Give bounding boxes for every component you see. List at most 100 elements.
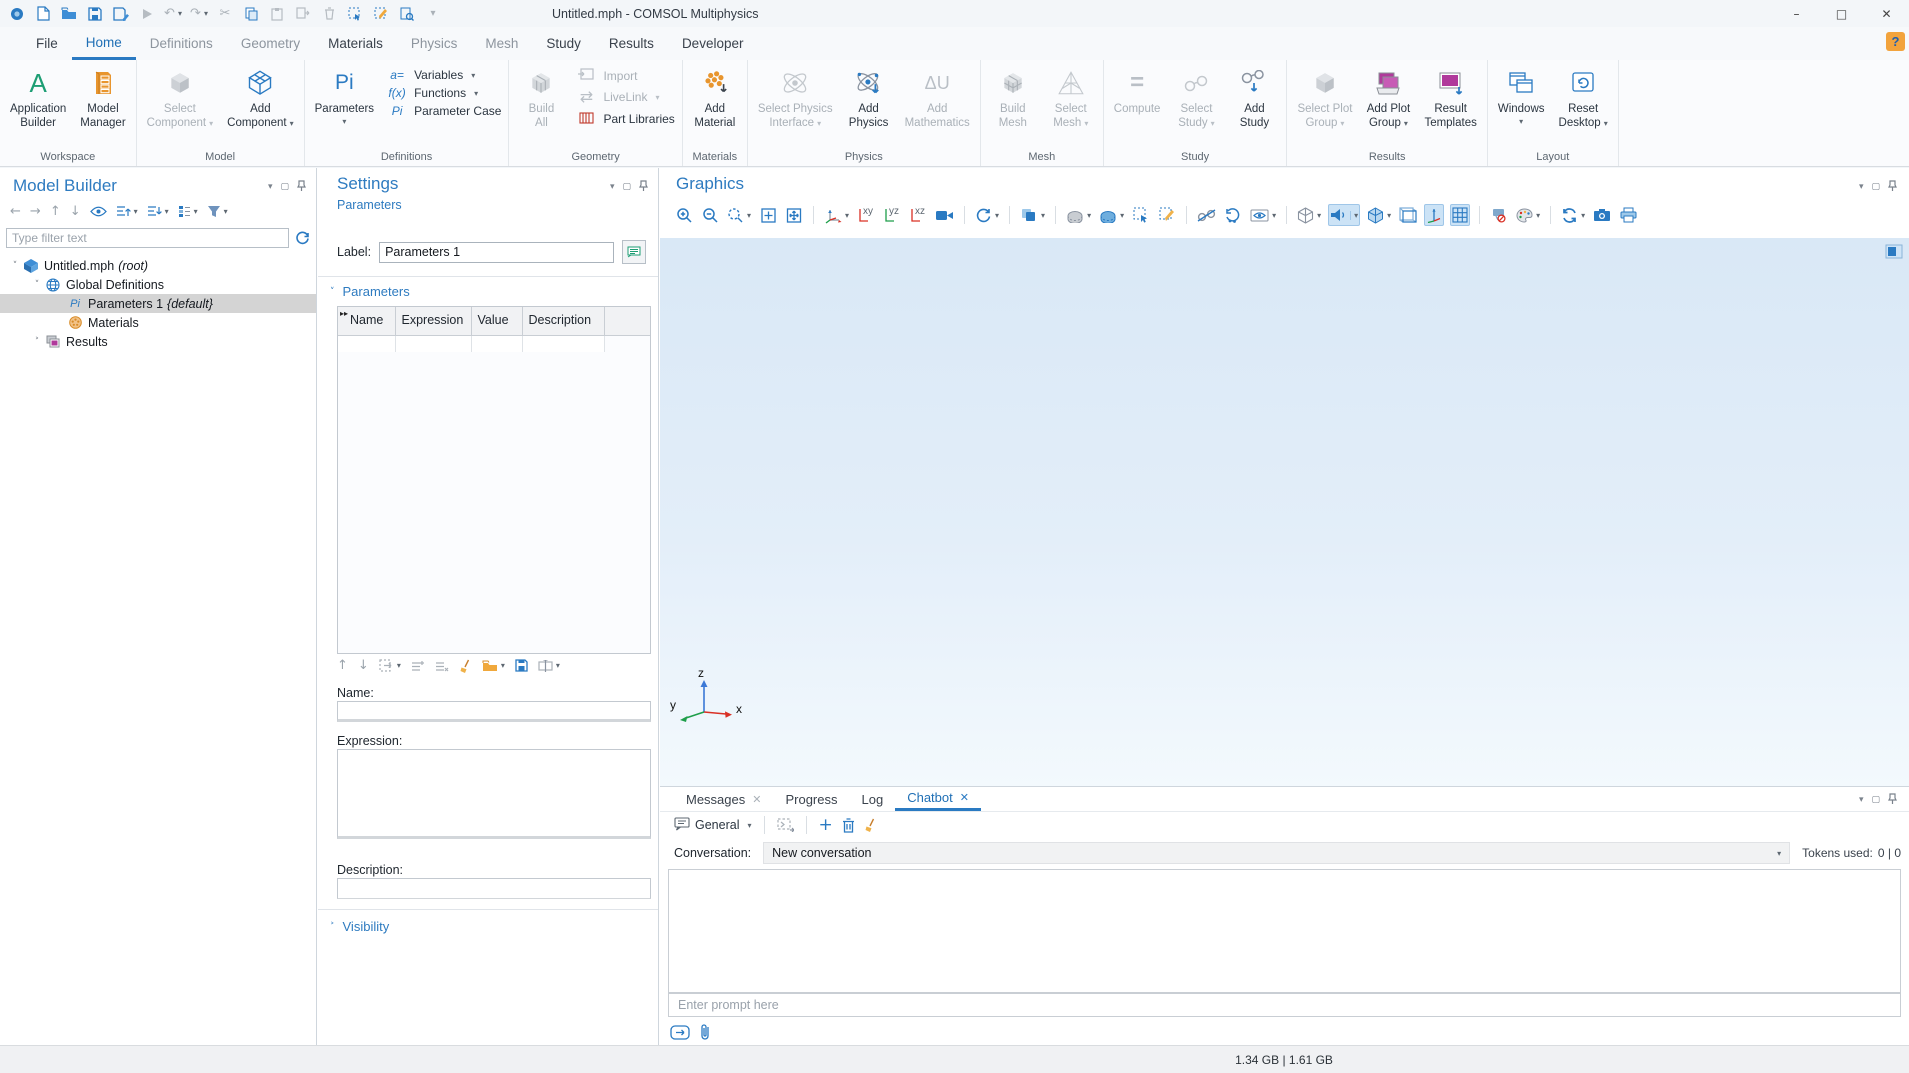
- build-all-button[interactable]: Build All: [512, 62, 570, 132]
- application-builder-button[interactable]: A Application Builder: [3, 62, 73, 132]
- show-grid-icon[interactable]: [1450, 204, 1470, 226]
- zoom-out-icon[interactable]: [700, 204, 720, 226]
- tab-developer[interactable]: Developer: [668, 27, 758, 60]
- chat-context-button[interactable]: General ▾: [674, 817, 752, 834]
- select-physics-interface-button[interactable]: Select Physics Interface▾: [751, 62, 840, 132]
- close-button[interactable]: ✕: [1864, 0, 1909, 27]
- scene-light-icon[interactable]: ▾: [1366, 204, 1392, 226]
- tree-item-results[interactable]: ˃ Results: [0, 332, 316, 351]
- panel-pin-icon[interactable]: [1888, 793, 1897, 807]
- zoom-extents-icon[interactable]: [758, 204, 778, 226]
- sound-icon[interactable]: ▾: [1328, 204, 1360, 226]
- move-down-icon[interactable]: ↓: [70, 204, 81, 219]
- add-study-button[interactable]: Add Study: [1225, 62, 1283, 132]
- add-mathematics-button[interactable]: ΔU Add Mathematics: [898, 62, 977, 132]
- import-button[interactable]: Import: [574, 68, 674, 83]
- panel-menu-chevron-icon[interactable]: ▾: [610, 182, 615, 192]
- maximize-button[interactable]: □: [1819, 0, 1864, 27]
- help-icon[interactable]: ?: [1886, 32, 1905, 51]
- tab-home[interactable]: Home: [72, 27, 136, 60]
- add-expression-icon[interactable]: [411, 660, 425, 672]
- add-material-button[interactable]: Add Material: [686, 62, 744, 132]
- build-mesh-button[interactable]: Build Mesh: [984, 62, 1042, 132]
- zoom-in-icon[interactable]: [674, 204, 694, 226]
- print-icon[interactable]: [1618, 204, 1638, 226]
- tab-results[interactable]: Results: [595, 27, 668, 60]
- clear-table-icon[interactable]: [459, 659, 472, 673]
- chevron-right-icon[interactable]: ˃: [30, 337, 44, 347]
- move-up-icon[interactable]: ↑: [50, 204, 61, 219]
- variables-button[interactable]: a= Variables▾: [385, 68, 501, 82]
- paste-button[interactable]: [266, 3, 288, 25]
- delete-expression-icon[interactable]: [435, 660, 449, 672]
- conversation-dropdown[interactable]: New conversation ▾: [763, 842, 1790, 864]
- tab-chatbot[interactable]: Chatbot✕: [895, 787, 981, 811]
- tab-geometry[interactable]: Geometry: [227, 27, 314, 60]
- tab-mesh[interactable]: Mesh: [471, 27, 532, 60]
- tree-item-global-definitions[interactable]: ˅ Global Definitions: [0, 275, 316, 294]
- zoom-selected-icon[interactable]: [784, 204, 804, 226]
- hide-objects-icon[interactable]: [1196, 204, 1217, 226]
- tree-item-root[interactable]: ˅ Untitled.mph(root): [0, 256, 316, 275]
- filter-input[interactable]: [6, 228, 289, 248]
- save-to-file-icon[interactable]: [515, 659, 528, 672]
- redo-button[interactable]: ↷▾: [188, 3, 210, 25]
- part-libraries-button[interactable]: Part Libraries: [574, 111, 674, 127]
- tab-materials[interactable]: Materials: [314, 27, 397, 60]
- panel-pin-icon[interactable]: [1888, 180, 1897, 194]
- model-tree-nodes-icon[interactable]: ▾: [178, 205, 198, 218]
- run-button[interactable]: [136, 3, 158, 25]
- move-down-icon[interactable]: ↓: [358, 658, 369, 673]
- parameters-button[interactable]: Pi Parameters ▾: [308, 62, 381, 127]
- rename-icon[interactable]: ▾: [538, 660, 560, 672]
- rotate-icon[interactable]: ▾: [974, 204, 1000, 226]
- open-button[interactable]: [58, 3, 80, 25]
- expand-all-icon[interactable]: ▾: [147, 205, 169, 218]
- panel-float-icon[interactable]: ▢: [1871, 795, 1880, 805]
- refresh-icon[interactable]: [295, 231, 310, 246]
- zoom-box-icon[interactable]: ▾: [726, 204, 752, 226]
- customize-toolbar-button[interactable]: ▾: [422, 3, 444, 25]
- tree-item-parameters[interactable]: Pi Parameters 1{default}: [0, 294, 316, 313]
- back-icon[interactable]: ←: [10, 204, 21, 219]
- clip-region-icon[interactable]: ▾: [1098, 204, 1125, 226]
- tab-progress[interactable]: Progress: [773, 787, 849, 811]
- model-manager-button[interactable]: Model Manager: [73, 62, 132, 132]
- select-box-icon[interactable]: [1131, 204, 1151, 226]
- visibility-section-header[interactable]: ˃ Visibility: [330, 919, 389, 934]
- redo-menu-chevron-icon[interactable]: ▾: [204, 9, 208, 18]
- add-component-button[interactable]: Add Component▾: [220, 62, 300, 132]
- attach-icon[interactable]: [700, 1023, 710, 1044]
- show-icon[interactable]: [90, 206, 107, 217]
- copy-button[interactable]: [240, 3, 262, 25]
- preview-button[interactable]: [396, 3, 418, 25]
- select-region-button[interactable]: [344, 3, 366, 25]
- panel-menu-chevron-icon[interactable]: ▾: [1859, 182, 1864, 192]
- add-plot-group-button[interactable]: Add Plot Group▾: [1359, 62, 1417, 132]
- collapse-all-icon[interactable]: ▾: [116, 205, 138, 218]
- clear-conversation-icon[interactable]: [864, 818, 877, 832]
- panel-pin-icon[interactable]: [639, 180, 648, 194]
- delete-conversation-icon[interactable]: [842, 818, 855, 833]
- close-tab-icon[interactable]: ✕: [752, 793, 761, 806]
- snapshot-icon[interactable]: [1592, 204, 1612, 226]
- table-empty-row[interactable]: [338, 336, 650, 352]
- go-to-default-view-icon[interactable]: ▾: [823, 204, 850, 226]
- tab-definitions[interactable]: Definitions: [136, 27, 227, 60]
- select-plot-group-button[interactable]: Select Plot Group▾: [1290, 62, 1359, 132]
- result-templates-button[interactable]: Result Templates: [1417, 62, 1483, 132]
- tab-file[interactable]: File: [22, 27, 72, 60]
- panel-float-icon[interactable]: ▢: [1871, 182, 1880, 192]
- panel-pin-icon[interactable]: [297, 180, 306, 194]
- tab-log[interactable]: Log: [850, 787, 896, 811]
- save-as-button[interactable]: [110, 3, 132, 25]
- delete-button[interactable]: [318, 3, 340, 25]
- move-to-icon[interactable]: ▾: [379, 659, 401, 672]
- col-header-value[interactable]: Value: [471, 307, 522, 336]
- view-yz-icon[interactable]: yz: [882, 204, 902, 226]
- transparency-icon[interactable]: ▾: [1019, 204, 1046, 226]
- parameters-section-header[interactable]: ˅ Parameters: [330, 284, 410, 299]
- add-physics-button[interactable]: Add Physics: [840, 62, 898, 132]
- graphics-canvas[interactable]: z y x: [660, 238, 1909, 786]
- view-xz-icon[interactable]: xz: [908, 204, 928, 226]
